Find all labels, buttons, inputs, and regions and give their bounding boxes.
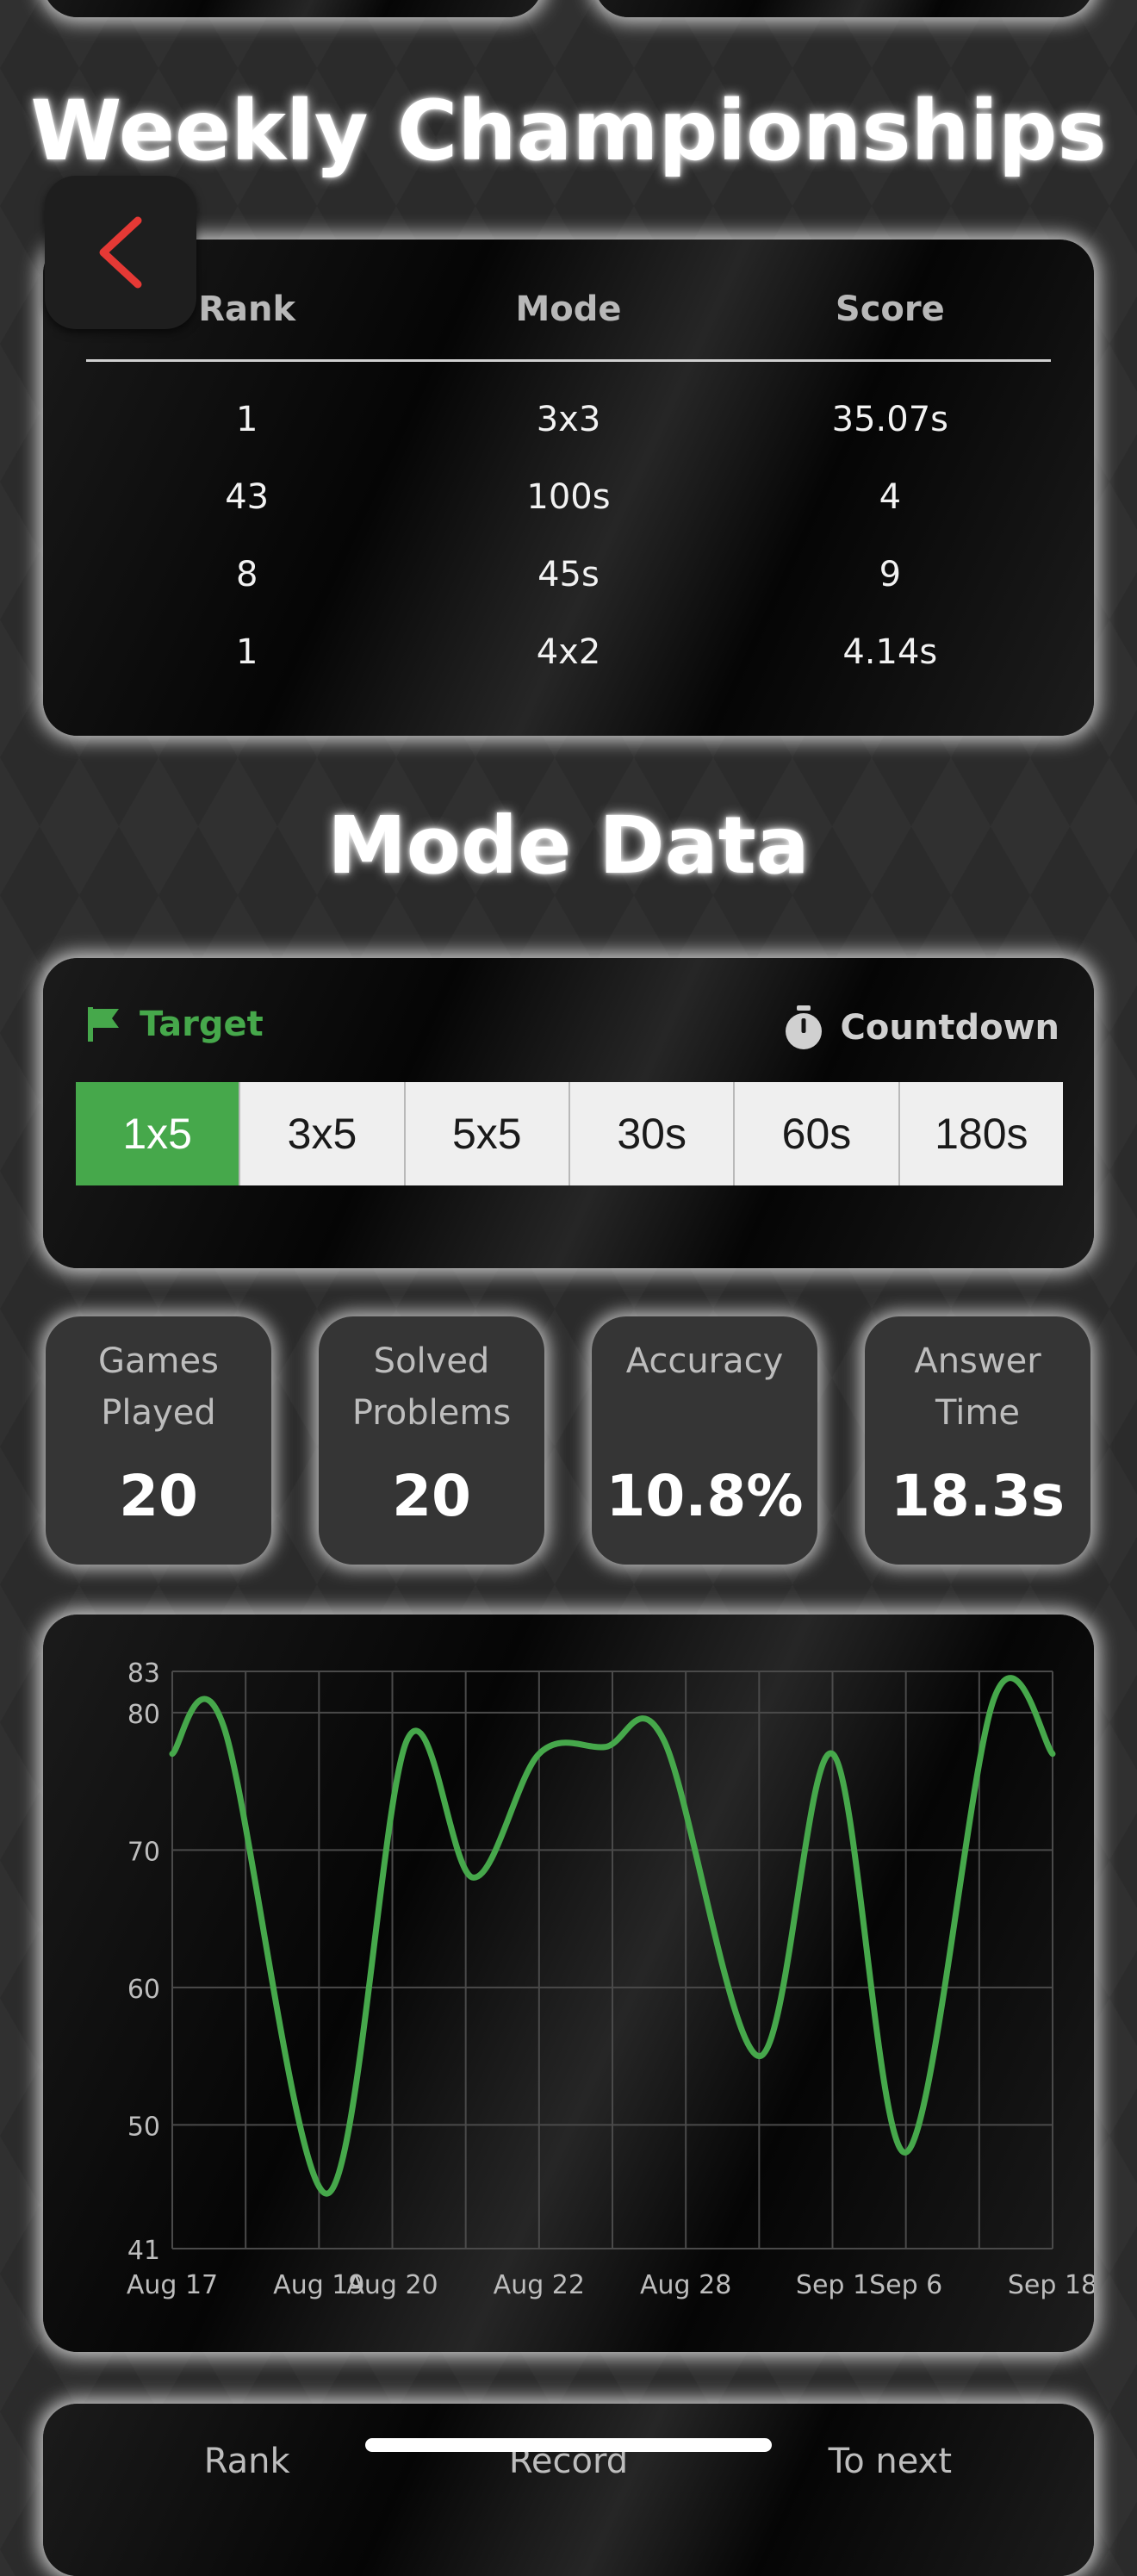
stopwatch-icon xyxy=(785,1005,822,1049)
x-tick-label: Sep 1 xyxy=(796,2270,869,2300)
column-header: To next xyxy=(828,2442,953,2481)
stat-value: 18.3s xyxy=(890,1463,1066,1529)
stat-label: Time xyxy=(935,1393,1020,1433)
x-tick-label: Aug 17 xyxy=(127,2270,218,2300)
y-tick-label: 41 xyxy=(127,2236,160,2266)
target-label: Target xyxy=(140,1005,264,1044)
y-tick-label: 80 xyxy=(127,1700,160,1730)
y-tick-label: 83 xyxy=(127,1658,160,1689)
header-divider xyxy=(86,359,1051,362)
score-cell: 4.14s xyxy=(842,632,938,672)
stat-label: Played xyxy=(101,1393,216,1433)
column-header: Mode xyxy=(515,289,622,329)
stat-games-played: Games Played 20 xyxy=(46,1316,271,1565)
mode-selector: 1x5 3x5 5x5 30s 60s 180s xyxy=(76,1082,1063,1185)
top-card-left xyxy=(43,0,543,17)
x-tick-label: Aug 20 xyxy=(346,2270,438,2300)
y-tick-label: 50 xyxy=(127,2112,160,2142)
rank-cell: 43 xyxy=(225,477,270,517)
stat-label: Problems xyxy=(351,1393,512,1433)
y-tick-label: 60 xyxy=(127,1975,160,2005)
championships-header: Rank Mode Score xyxy=(86,289,1051,338)
stat-label: Games xyxy=(98,1341,219,1381)
stat-value: 10.8% xyxy=(606,1463,804,1529)
flag-icon xyxy=(88,1007,119,1042)
stat-label: Solved xyxy=(373,1341,490,1381)
performance-chart: 415060708083Aug 17 Aug 19Aug 20 Aug 22 Aug … xyxy=(127,1658,1097,2300)
rank-cell: 1 xyxy=(235,400,258,439)
stat-solved-problems: Solved Problems 20 xyxy=(319,1316,544,1565)
score-cell: 35.07s xyxy=(831,400,948,439)
chevron-left-icon xyxy=(99,216,142,289)
bottom-table-card: Rank Record To next xyxy=(43,2404,1094,2576)
table-row: 43 100s 4 xyxy=(86,477,1051,529)
mode-option-60s[interactable]: 60s xyxy=(733,1082,898,1185)
stat-value: 20 xyxy=(119,1463,198,1529)
y-tick-label: 70 xyxy=(127,1837,160,1867)
rank-cell: 8 xyxy=(235,555,258,594)
column-header: Rank xyxy=(203,2442,290,2481)
championships-title: Weekly Championships xyxy=(30,83,1107,179)
rank-cell: 1 xyxy=(235,632,258,672)
mode-option-30s[interactable]: 30s xyxy=(568,1082,733,1185)
table-row: 1 3x3 35.07s xyxy=(86,400,1051,451)
mode-option-180s[interactable]: 180s xyxy=(898,1082,1063,1185)
top-card-right xyxy=(594,0,1094,17)
mode-option-3x5[interactable]: 3x5 xyxy=(239,1082,403,1185)
stat-answer-time: Answer Time 18.3s xyxy=(865,1316,1090,1565)
mode-option-1x5[interactable]: 1x5 xyxy=(76,1082,239,1185)
stat-label: Answer xyxy=(914,1341,1041,1381)
championships-table: Rank Mode Score 1 3x3 35.07s 43 100s 4 8… xyxy=(43,240,1094,736)
mode-option-5x5[interactable]: 5x5 xyxy=(403,1082,568,1185)
score-cell: 9 xyxy=(879,555,902,594)
mode-cell: 100s xyxy=(526,477,611,517)
mode-data-title: Mode Data xyxy=(327,800,810,892)
stat-value: 20 xyxy=(392,1463,471,1529)
mode-cell: 45s xyxy=(537,555,600,594)
performance-chart-card: 41 50 60 70 80 83 Aug 17 Aug 19 Aug 20 Aug 22 Aug … xyxy=(43,1615,1097,2352)
countdown-label: Countdown xyxy=(840,1008,1059,1048)
target-tab[interactable]: Target xyxy=(84,1005,264,1044)
x-tick-label: Aug 28 xyxy=(640,2270,731,2300)
mode-cell: 4x2 xyxy=(536,632,601,672)
home-indicator[interactable] xyxy=(365,2438,772,2452)
mode-card: Target Countdown 1x5 3x5 5x5 30s 60s 180… xyxy=(43,958,1094,1268)
x-tick-label: Aug 22 xyxy=(494,2270,585,2300)
countdown-tab[interactable]: Countdown xyxy=(782,1005,1059,1051)
stat-accuracy: Accuracy 10.8% xyxy=(592,1316,817,1565)
mode-cell: 3x3 xyxy=(536,400,601,439)
x-tick-label: Sep 6 xyxy=(869,2270,942,2300)
column-header: Score xyxy=(835,289,945,329)
score-cell: 4 xyxy=(879,477,902,517)
table-row: 8 45s 9 xyxy=(86,555,1051,607)
x-tick-label: Sep 18 xyxy=(1008,2270,1094,2300)
table-row: 1 4x2 4.14s xyxy=(86,632,1051,684)
stat-label: Accuracy xyxy=(625,1341,784,1381)
back-button[interactable] xyxy=(45,176,196,329)
